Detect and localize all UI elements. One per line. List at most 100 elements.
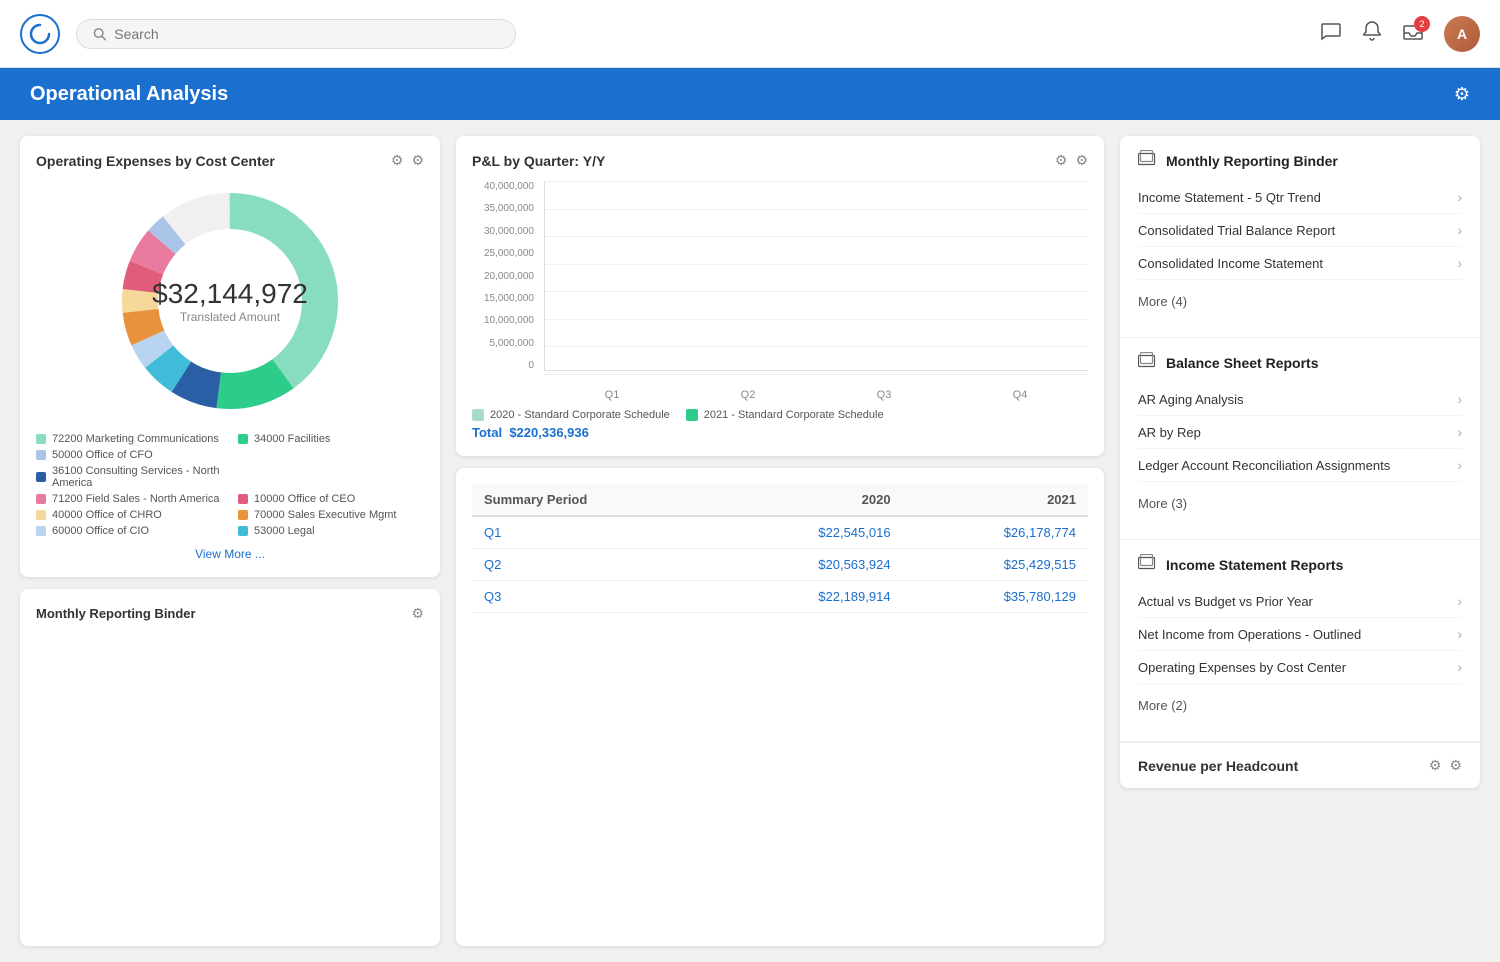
view-more-button[interactable]: View More ... bbox=[36, 547, 424, 561]
bar-chart-header: P&L by Quarter: Y/Y ⚙ ⚙ bbox=[472, 152, 1088, 169]
donut-amount: $32,144,972 bbox=[152, 278, 308, 310]
income-item-1[interactable]: Actual vs Budget vs Prior Year › bbox=[1138, 585, 1462, 618]
legend-label-3: 50000 Office of CFO bbox=[52, 449, 153, 461]
chevron-right-icon: › bbox=[1457, 255, 1462, 271]
col-period: Summary Period bbox=[472, 484, 717, 516]
y-label-1: 40,000,000 bbox=[472, 181, 534, 192]
legend-label-2: 34000 Facilities bbox=[254, 433, 330, 445]
balance-item-2[interactable]: AR by Rep › bbox=[1138, 416, 1462, 449]
search-box[interactable] bbox=[76, 19, 516, 49]
x-label-q2: Q2 bbox=[741, 389, 756, 401]
chat-icon[interactable] bbox=[1320, 20, 1342, 48]
legend-label-4: 36100 Consulting Services - North Americ… bbox=[52, 465, 222, 489]
inbox-icon[interactable]: 2 bbox=[1402, 20, 1424, 48]
settings-icon[interactable]: ⚙ bbox=[411, 152, 424, 169]
donut-chart-card: Operating Expenses by Cost Center ⚙ ⚙ bbox=[20, 136, 440, 577]
cell-q1-2021: $26,178,774 bbox=[903, 516, 1088, 549]
page-title: Operational Analysis bbox=[30, 83, 228, 106]
bar-chart-title: P&L by Quarter: Y/Y bbox=[472, 153, 605, 169]
income-item-3[interactable]: Operating Expenses by Cost Center › bbox=[1138, 651, 1462, 684]
chart-legend: 2020 - Standard Corporate Schedule 2021 … bbox=[472, 409, 1088, 421]
balance-item-1[interactable]: AR Aging Analysis › bbox=[1138, 383, 1462, 416]
legend-2021: 2021 - Standard Corporate Schedule bbox=[686, 409, 884, 421]
y-label-3: 30,000,000 bbox=[472, 226, 534, 237]
legend-item-10: 53000 Legal bbox=[238, 525, 424, 537]
legend-dot-6 bbox=[238, 494, 248, 504]
cell-q3-2021: $35,780,129 bbox=[903, 581, 1088, 613]
monthly-section-icon bbox=[1138, 150, 1156, 171]
income-more[interactable]: More (2) bbox=[1138, 684, 1462, 727]
table-row: Q2 $20,563,924 $25,429,515 bbox=[472, 549, 1088, 581]
income-section-icon bbox=[1138, 554, 1156, 575]
bottom-card-gear-icon[interactable]: ⚙ bbox=[411, 605, 424, 622]
search-icon bbox=[93, 27, 106, 41]
chevron-right-icon: › bbox=[1457, 222, 1462, 238]
legend-dot-3 bbox=[36, 450, 46, 460]
monthly-item-3-text: Consolidated Income Statement bbox=[1138, 256, 1323, 271]
legend-item-5: 71200 Field Sales - North America bbox=[36, 493, 222, 505]
cell-q1-period: Q1 bbox=[472, 516, 717, 549]
bell-icon[interactable] bbox=[1362, 20, 1382, 48]
income-item-2-text: Net Income from Operations - Outlined bbox=[1138, 627, 1361, 642]
bar-chart-card: P&L by Quarter: Y/Y ⚙ ⚙ 40,000,000 35,00… bbox=[456, 136, 1104, 456]
donut-chart: $32,144,972 Translated Amount bbox=[36, 181, 424, 421]
chevron-right-icon: › bbox=[1457, 593, 1462, 609]
legend-label-1: 72200 Marketing Communications bbox=[52, 433, 219, 445]
y-label-6: 15,000,000 bbox=[472, 293, 534, 304]
middle-panel: P&L by Quarter: Y/Y ⚙ ⚙ 40,000,000 35,00… bbox=[456, 136, 1104, 946]
top-navigation: 2 A bbox=[0, 0, 1500, 68]
header-gear-icon[interactable]: ⚙ bbox=[1454, 84, 1470, 105]
income-item-2[interactable]: Net Income from Operations - Outlined › bbox=[1138, 618, 1462, 651]
bar-settings-icon[interactable]: ⚙ bbox=[1075, 152, 1088, 169]
legend-2021-label: 2021 - Standard Corporate Schedule bbox=[704, 409, 884, 421]
legend-2021-dot bbox=[686, 409, 698, 421]
income-section-title: Income Statement Reports bbox=[1166, 557, 1343, 573]
balance-item-3[interactable]: Ledger Account Reconciliation Assignment… bbox=[1138, 449, 1462, 482]
x-label-q4: Q4 bbox=[1013, 389, 1028, 401]
chart-total-label: Total bbox=[472, 425, 502, 440]
monthly-item-2[interactable]: Consolidated Trial Balance Report › bbox=[1138, 214, 1462, 247]
table-body: Q1 $22,545,016 $26,178,774 Q2 $20,563,92… bbox=[472, 516, 1088, 613]
right-panel: Monthly Reporting Binder Income Statemen… bbox=[1120, 136, 1480, 946]
legend-label-8: 70000 Sales Executive Mgmt bbox=[254, 509, 396, 521]
legend-dot-7 bbox=[36, 510, 46, 520]
x-label-q3: Q3 bbox=[877, 389, 892, 401]
balance-item-1-text: AR Aging Analysis bbox=[1138, 392, 1244, 407]
chart-total: Total $220,336,936 bbox=[472, 425, 1088, 440]
y-label-5: 20,000,000 bbox=[472, 271, 534, 282]
income-more-text: More (2) bbox=[1138, 692, 1187, 719]
monthly-section-header: Monthly Reporting Binder bbox=[1138, 150, 1462, 171]
workday-logo[interactable] bbox=[20, 14, 60, 54]
y-label-7: 10,000,000 bbox=[472, 315, 534, 326]
balance-section-title: Balance Sheet Reports bbox=[1166, 355, 1319, 371]
revenue-settings-icon[interactable]: ⚙ bbox=[1449, 757, 1462, 774]
income-statement-section: Income Statement Reports Actual vs Budge… bbox=[1120, 540, 1480, 742]
monthly-item-2-text: Consolidated Trial Balance Report bbox=[1138, 223, 1335, 238]
donut-center: $32,144,972 Translated Amount bbox=[152, 278, 308, 324]
cell-q3-2020: $22,189,914 bbox=[717, 581, 902, 613]
y-label-4: 25,000,000 bbox=[472, 248, 534, 259]
monthly-item-3[interactable]: Consolidated Income Statement › bbox=[1138, 247, 1462, 280]
search-input[interactable] bbox=[114, 26, 499, 42]
monthly-item-1[interactable]: Income Statement - 5 Qtr Trend › bbox=[1138, 181, 1462, 214]
chevron-right-icon: › bbox=[1457, 457, 1462, 473]
legend-dot-5 bbox=[36, 494, 46, 504]
bar-chart-area: 40,000,000 35,000,000 30,000,000 25,000,… bbox=[472, 181, 1088, 401]
bar-filter-icon[interactable]: ⚙ bbox=[1055, 152, 1068, 169]
filter-icon[interactable]: ⚙ bbox=[391, 152, 404, 169]
legend-2020-label: 2020 - Standard Corporate Schedule bbox=[490, 409, 670, 421]
monthly-section-title: Monthly Reporting Binder bbox=[1166, 153, 1338, 169]
table-row: Q3 $22,189,914 $35,780,129 bbox=[472, 581, 1088, 613]
cell-q2-period: Q2 bbox=[472, 549, 717, 581]
user-avatar[interactable]: A bbox=[1444, 16, 1480, 52]
monthly-more[interactable]: More (4) bbox=[1138, 280, 1462, 323]
summary-table: Summary Period 2020 2021 Q1 $22,545,016 … bbox=[472, 484, 1088, 613]
revenue-icons: ⚙ ⚙ bbox=[1429, 757, 1462, 774]
balance-more[interactable]: More (3) bbox=[1138, 482, 1462, 525]
balance-item-2-text: AR by Rep bbox=[1138, 425, 1201, 440]
legend-dot-8 bbox=[238, 510, 248, 520]
left-panel: Operating Expenses by Cost Center ⚙ ⚙ bbox=[20, 136, 440, 946]
cell-q3-period: Q3 bbox=[472, 581, 717, 613]
nav-right: 2 A bbox=[1320, 16, 1480, 52]
revenue-filter-icon[interactable]: ⚙ bbox=[1429, 757, 1442, 774]
